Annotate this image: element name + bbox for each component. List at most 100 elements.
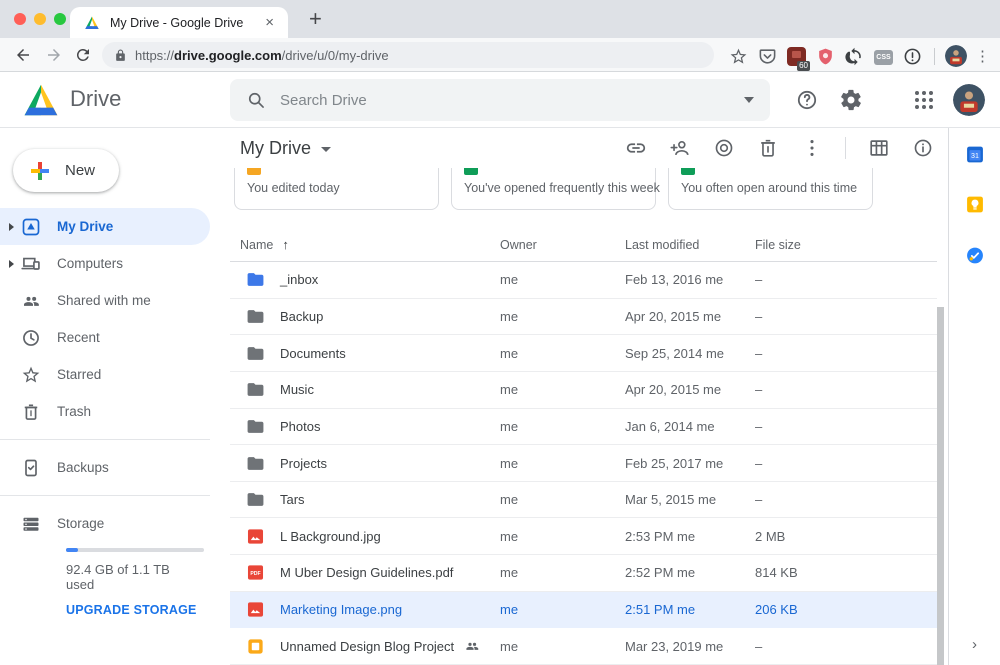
sheets-green-icon [464, 168, 478, 175]
calendar-icon[interactable]: 31 [965, 145, 984, 164]
file-row[interactable]: Unnamed Design Blog Project me Mar 23, 2… [230, 628, 937, 665]
sidebar-item-backups[interactable]: Backups [0, 449, 210, 486]
preview-icon[interactable] [713, 137, 735, 159]
file-row[interactable]: Tars me Mar 5, 2015 me – [230, 482, 937, 519]
sidebar-item-shared-with-me[interactable]: Shared with me [0, 282, 210, 319]
storage-progress-bar [66, 548, 204, 552]
reload-icon[interactable] [74, 46, 92, 64]
link-icon[interactable] [625, 137, 647, 159]
browser-profile-avatar[interactable] [945, 45, 967, 67]
file-row[interactable]: Marketing Image.png me 2:51 PM me 206 KB [230, 592, 937, 629]
new-tab-button[interactable]: + [303, 4, 328, 34]
url-scheme: https:// [135, 48, 174, 63]
file-modified: Jan 6, 2014 me [625, 419, 715, 434]
back-icon[interactable] [14, 46, 32, 64]
file-name: M Uber Design Guidelines.pdf [280, 565, 453, 580]
url-text: https://drive.google.com/drive/u/0/my-dr… [135, 48, 389, 63]
sidebar-item-label: Computers [57, 256, 123, 271]
search-input[interactable] [280, 92, 744, 109]
close-window-button[interactable] [14, 13, 26, 25]
sync-extension-icon[interactable] [845, 47, 864, 66]
column-header-name[interactable]: Name ↑ [240, 237, 289, 252]
file-row[interactable]: PDF M Uber Design Guidelines.pdf me 2:52… [230, 555, 937, 592]
keep-icon[interactable] [965, 195, 984, 214]
pocket-extension-icon[interactable] [758, 47, 777, 66]
info-extension-icon[interactable] [903, 47, 922, 66]
url-omnibox[interactable]: https://drive.google.com/drive/u/0/my-dr… [102, 42, 714, 68]
sort-ascending-icon[interactable]: ↑ [282, 237, 289, 252]
app-name: Drive [70, 86, 121, 112]
collapse-panel-chevron-icon[interactable]: › [972, 636, 977, 653]
file-row[interactable]: _inbox me Feb 13, 2016 me – [230, 262, 937, 299]
grid-view-icon[interactable] [868, 137, 890, 159]
file-row[interactable]: Backup me Apr 20, 2015 me – [230, 299, 937, 336]
file-row[interactable]: Photos me Jan 6, 2014 me – [230, 409, 937, 446]
file-size: – [755, 456, 762, 471]
lock-icon[interactable] [114, 49, 127, 62]
extension-60-glyph [792, 51, 801, 58]
new-button-label: New [65, 162, 95, 179]
extension-60-icon[interactable]: 60 [787, 47, 806, 66]
info-icon[interactable] [912, 137, 934, 159]
file-owner: me [500, 639, 518, 654]
file-row[interactable]: L Background.jpg me 2:53 PM me 2 MB [230, 518, 937, 555]
file-modified: Apr 20, 2015 me [625, 309, 721, 324]
file-modified: 2:53 PM me [625, 529, 695, 544]
adguard-shield-icon[interactable] [816, 47, 835, 66]
delete-icon[interactable] [757, 137, 779, 159]
more-vert-icon[interactable] [801, 137, 823, 159]
location-breadcrumb[interactable]: My Drive [240, 138, 331, 159]
file-name: Backup [280, 309, 323, 324]
location-caret-icon [321, 147, 331, 152]
sidebar-item-computers[interactable]: Computers [0, 245, 210, 282]
expand-caret-icon[interactable] [0, 260, 18, 268]
expand-caret-icon[interactable] [0, 223, 18, 231]
tasks-icon[interactable] [965, 246, 984, 265]
slides-orange-icon [247, 168, 261, 175]
upgrade-storage-link[interactable]: UPGRADE STORAGE [66, 603, 198, 617]
quick-access-card[interactable]: You've opened frequently this week [451, 168, 656, 210]
sidebar-item-label: Backups [57, 460, 109, 475]
new-button[interactable]: New [13, 149, 119, 192]
help-icon[interactable] [795, 88, 819, 112]
quick-access-card[interactable]: You often open around this time [668, 168, 873, 210]
drive-logo-icon[interactable] [22, 83, 60, 117]
column-header-modified[interactable]: Last modified [625, 238, 699, 252]
browser-menu-icon[interactable]: ⋮ [975, 49, 990, 64]
file-row[interactable]: Documents me Sep 25, 2014 me – [230, 335, 937, 372]
sidebar-item-my-drive[interactable]: My Drive [0, 208, 210, 245]
settings-gear-icon[interactable] [839, 88, 863, 112]
file-row[interactable]: Projects me Feb 25, 2017 me – [230, 445, 937, 482]
file-name: Photos [280, 419, 320, 434]
close-tab-icon[interactable]: × [261, 13, 278, 32]
forward-icon[interactable] [45, 46, 63, 64]
file-owner: me [500, 419, 518, 434]
location-label: My Drive [240, 138, 311, 159]
sidebar-divider [0, 495, 210, 496]
zoom-window-button[interactable] [54, 13, 66, 25]
search-icon[interactable] [246, 90, 266, 110]
search-options-caret-icon[interactable] [744, 97, 754, 103]
browser-tab[interactable]: My Drive - Google Drive × [70, 7, 288, 38]
minimize-window-button[interactable] [34, 13, 46, 25]
file-modified: Feb 13, 2016 me [625, 272, 723, 287]
css-extension-icon[interactable]: CSS [874, 50, 893, 65]
column-header-owner[interactable]: Owner [500, 238, 537, 252]
file-modified: Mar 5, 2015 me [625, 492, 716, 507]
bookmark-star-icon[interactable] [729, 47, 748, 66]
search-bar[interactable] [230, 79, 770, 121]
backups-icon [21, 458, 41, 478]
google-apps-grid-icon[interactable] [912, 88, 936, 112]
account-avatar[interactable] [953, 84, 985, 116]
column-header-size[interactable]: File size [755, 238, 801, 252]
sidebar-item-recent[interactable]: Recent [0, 319, 210, 356]
vertical-scrollbar[interactable] [937, 307, 944, 665]
quick-access-card[interactable]: You edited today [234, 168, 439, 210]
sidebar-item-trash[interactable]: Trash [0, 393, 210, 430]
file-size: 206 KB [755, 602, 798, 617]
person-add-icon[interactable] [669, 137, 691, 159]
file-row[interactable]: Music me Apr 20, 2015 me – [230, 372, 937, 409]
sidebar-item-storage[interactable]: Storage [0, 505, 210, 542]
file-owner: me [500, 602, 518, 617]
sidebar-item-starred[interactable]: Starred [0, 356, 210, 393]
